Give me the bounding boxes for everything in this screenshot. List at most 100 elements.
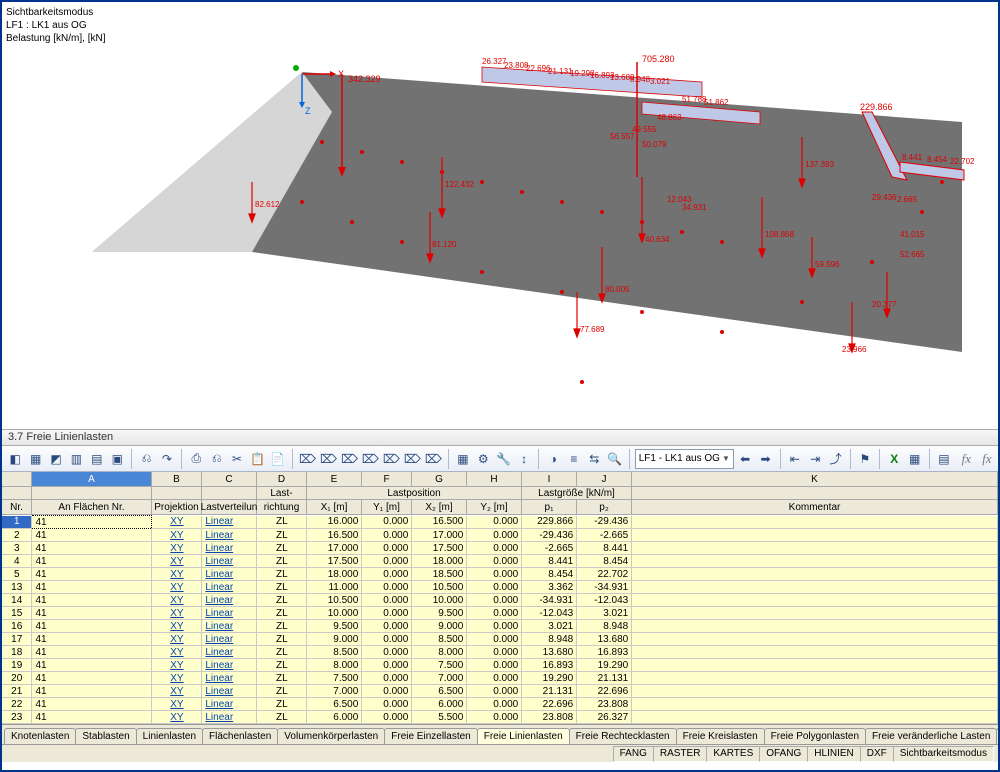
tool-icon[interactable]: ⎌ [207,449,225,469]
tab[interactable]: Freie Rechtecklasten [569,728,677,744]
svg-text:3.021: 3.021 [650,77,671,86]
row-number[interactable]: 2 [2,529,32,542]
tab[interactable]: Knoten-Zwangsverformungen [996,728,998,744]
table-row[interactable]: 2341XYLinearZL6.0000.0005.5000.00023.808… [2,711,998,724]
row-number[interactable]: 20 [2,672,32,685]
loadcase-combo[interactable]: LF1 - LK1 aus OG▼ [635,449,734,469]
tool-icon[interactable]: ▤ [88,449,106,469]
svg-text:137.393: 137.393 [805,160,834,169]
data-grid[interactable]: 141XYLinearZL16.0000.00016.5000.000229.8… [2,515,998,724]
tab[interactable]: Stablasten [75,728,136,744]
settings-icon[interactable]: ⚙ [474,449,492,469]
table-row[interactable]: 1941XYLinearZL8.0000.0007.5000.00016.893… [2,659,998,672]
next-icon[interactable]: ➡ [756,449,774,469]
table-row[interactable]: 2241XYLinearZL6.5000.0006.0000.00022.696… [2,698,998,711]
row-number[interactable]: 14 [2,594,32,607]
row-number[interactable]: 13 [2,581,32,594]
tool-icon[interactable]: ▦ [454,449,472,469]
row-number[interactable]: 19 [2,659,32,672]
tool-icon[interactable]: ⌦ [319,449,338,469]
status-cell[interactable]: HLINIEN [807,746,860,762]
table-row[interactable]: 1641XYLinearZL9.5000.0009.0000.0003.0218… [2,620,998,633]
find-icon[interactable]: 🔍 [605,449,623,469]
status-cell[interactable]: RASTER [653,746,708,762]
tool-icon[interactable]: ▣ [108,449,126,469]
tab[interactable]: Freie Linienlasten [477,728,570,744]
svg-text:40.634: 40.634 [645,235,670,244]
tool-icon[interactable]: ≡ [565,449,583,469]
table-row[interactable]: 2141XYLinearZL7.0000.0006.5000.00021.131… [2,685,998,698]
tool-icon[interactable]: ⎙ [187,449,205,469]
row-number[interactable]: 18 [2,646,32,659]
row-number[interactable]: 23 [2,711,32,724]
redo-icon[interactable]: ↷ [158,449,176,469]
tool-icon[interactable]: ⌦ [340,449,359,469]
tool-icon[interactable]: ⌦ [382,449,401,469]
tab[interactable]: Freie Polygonlasten [764,728,866,744]
svg-text:23.966: 23.966 [842,345,867,354]
tool-icon[interactable]: fx [955,449,973,469]
paste-icon[interactable]: 📄 [269,449,287,469]
tool-icon[interactable]: ⇥ [806,449,824,469]
tool-icon[interactable]: 🔧 [495,449,513,469]
undo-icon[interactable]: ⎌ [137,449,155,469]
calc-icon[interactable]: ▤ [935,449,953,469]
tool-icon[interactable]: ⇆ [585,449,603,469]
status-cell[interactable]: OFANG [759,746,808,762]
tool-icon[interactable]: ⌦ [361,449,380,469]
row-number[interactable]: 4 [2,555,32,568]
row-number[interactable]: 15 [2,607,32,620]
tab[interactable]: Knotenlasten [4,728,76,744]
row-number[interactable]: 22 [2,698,32,711]
table-row[interactable]: 441XYLinearZL17.5000.00018.0000.0008.441… [2,555,998,568]
tool-icon[interactable]: fx [976,449,994,469]
table-row[interactable]: 1441XYLinearZL10.5000.00010.0000.000-34.… [2,594,998,607]
tool-icon[interactable]: ◧ [6,449,24,469]
table-row[interactable]: 2041XYLinearZL7.5000.0007.0000.00019.290… [2,672,998,685]
tool-icon[interactable]: ▦ [26,449,44,469]
table-row[interactable]: 1841XYLinearZL8.5000.0008.0000.00013.680… [2,646,998,659]
tab[interactable]: Freie veränderliche Lasten [865,728,997,744]
tab[interactable]: Flächenlasten [202,728,278,744]
cut-icon[interactable]: ✂ [228,449,246,469]
tool-icon[interactable]: ⇤ [786,449,804,469]
tool-icon[interactable]: ⚑ [856,449,874,469]
svg-text:80.005: 80.005 [605,285,630,294]
tool-icon[interactable]: ◩ [47,449,65,469]
table-row[interactable]: 1741XYLinearZL9.0000.0008.5000.0008.9481… [2,633,998,646]
row-number[interactable]: 1 [2,516,32,529]
tab[interactable]: Linienlasten [136,728,203,744]
table-row[interactable]: 1341XYLinearZL11.0000.00010.5000.0003.36… [2,581,998,594]
row-number[interactable]: 3 [2,542,32,555]
tab[interactable]: Volumenkörperlasten [277,728,385,744]
status-cell[interactable]: Sichtbarkeitsmodus [893,746,994,762]
tool-icon[interactable]: ↕ [515,449,533,469]
tool-icon[interactable]: ⌦ [298,449,317,469]
tool-icon[interactable]: ⤴ [826,449,844,469]
prev-icon[interactable]: ⬅ [736,449,754,469]
viewport-3d[interactable]: Sichtbarkeitsmodus LF1 : LK1 aus OG Bela… [2,2,998,429]
tool-icon[interactable]: ▦ [905,449,923,469]
table-row[interactable]: 541XYLinearZL18.0000.00018.5000.0008.454… [2,568,998,581]
tab[interactable]: Freie Kreislasten [676,728,765,744]
row-number[interactable]: 17 [2,633,32,646]
copy-icon[interactable]: 📋 [248,449,266,469]
row-number[interactable]: 21 [2,685,32,698]
table-row[interactable]: 1541XYLinearZL10.0000.0009.5000.000-12.0… [2,607,998,620]
excel-icon[interactable]: X [885,449,903,469]
tool-icon[interactable]: ⌦ [403,449,422,469]
tab[interactable]: Freie Einzellasten [384,728,477,744]
svg-text:Z: Z [305,106,311,116]
row-number[interactable]: 5 [2,568,32,581]
table-row[interactable]: 141XYLinearZL16.0000.00016.5000.000229.8… [2,516,998,529]
tool-icon[interactable]: ▥ [67,449,85,469]
row-number[interactable]: 16 [2,620,32,633]
status-cell[interactable]: KARTES [706,746,760,762]
column-group-row: Last- Lastposition Lastgröße [kN/m] [2,487,998,500]
tool-icon[interactable]: ◑ [544,449,562,469]
table-row[interactable]: 341XYLinearZL17.0000.00017.5000.000-2.66… [2,542,998,555]
status-cell[interactable]: DXF [860,746,894,762]
status-cell[interactable]: FANG [613,746,654,762]
tool-icon[interactable]: ⌦ [424,449,443,469]
table-row[interactable]: 241XYLinearZL16.5000.00017.0000.000-29.4… [2,529,998,542]
